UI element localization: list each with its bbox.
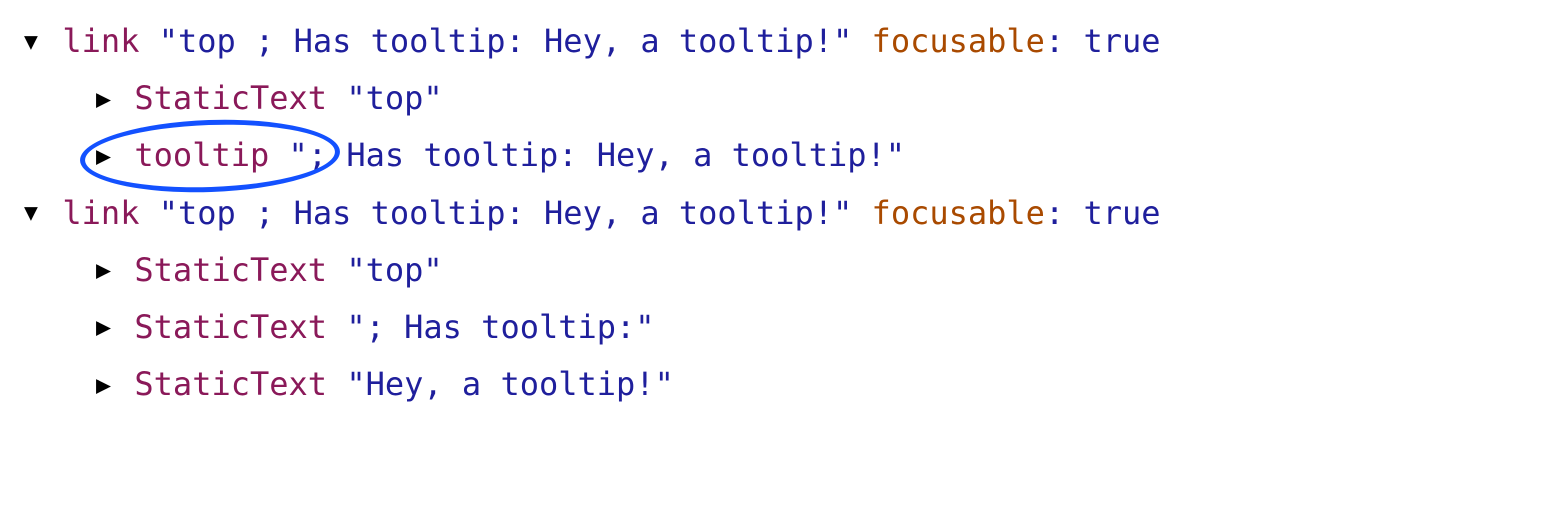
spacer: [269, 130, 288, 181]
disclosure-triangle-icon[interactable]: [96, 245, 134, 296]
tree-row[interactable]: tooltip "; Has tooltip: Hey, a tooltip!": [24, 130, 1544, 181]
spacer: [327, 73, 346, 124]
tree-row[interactable]: StaticText "top": [24, 245, 1544, 296]
accessible-name: "Hey, a tooltip!": [346, 359, 674, 410]
disclosure-triangle-icon[interactable]: [96, 130, 134, 181]
attribute-key: focusable: [872, 188, 1045, 239]
spacer: [327, 359, 346, 410]
role-label: tooltip: [134, 130, 269, 181]
colon: :: [1045, 16, 1084, 67]
accessibility-tree: link "top ; Has tooltip: Hey, a tooltip!…: [0, 0, 1554, 426]
disclosure-triangle-icon[interactable]: [24, 188, 62, 239]
spacer: [327, 245, 346, 296]
attribute-key: focusable: [872, 16, 1045, 67]
disclosure-triangle-icon[interactable]: [96, 73, 134, 124]
role-label: link: [62, 16, 139, 67]
attribute-value: true: [1083, 16, 1160, 67]
accessible-name: "top ; Has tooltip: Hey, a tooltip!": [159, 16, 853, 67]
attribute-value: true: [1083, 188, 1160, 239]
spacer: [852, 188, 871, 239]
tree-row[interactable]: link "top ; Has tooltip: Hey, a tooltip!…: [24, 188, 1544, 239]
tree-row[interactable]: StaticText "top": [24, 73, 1544, 124]
spacer: [327, 302, 346, 353]
tree-row[interactable]: link "top ; Has tooltip: Hey, a tooltip!…: [24, 16, 1544, 67]
tree-row[interactable]: StaticText "; Has tooltip:": [24, 302, 1544, 353]
role-label: link: [62, 188, 139, 239]
role-label: StaticText: [134, 359, 327, 410]
accessible-name: "top": [346, 73, 442, 124]
accessible-name: "top ; Has tooltip: Hey, a tooltip!": [159, 188, 853, 239]
role-label: StaticText: [134, 245, 327, 296]
disclosure-triangle-icon[interactable]: [24, 16, 62, 67]
spacer: [139, 16, 158, 67]
disclosure-triangle-icon[interactable]: [96, 359, 134, 410]
spacer: [852, 16, 871, 67]
role-label: StaticText: [134, 73, 327, 124]
accessible-name: "top": [346, 245, 442, 296]
accessible-name: "; Has tooltip:": [346, 302, 654, 353]
tree-row[interactable]: StaticText "Hey, a tooltip!": [24, 359, 1544, 410]
accessible-name: "; Has tooltip: Hey, a tooltip!": [289, 130, 906, 181]
disclosure-triangle-icon[interactable]: [96, 302, 134, 353]
spacer: [139, 188, 158, 239]
colon: :: [1045, 188, 1084, 239]
role-label: StaticText: [134, 302, 327, 353]
